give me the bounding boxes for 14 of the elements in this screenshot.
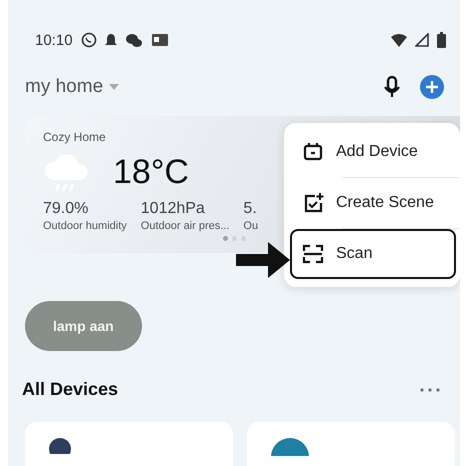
temperature: 18°C bbox=[113, 152, 189, 192]
stat-label: Ou bbox=[243, 220, 258, 232]
menu-item[interactable]: Add Device bbox=[290, 127, 456, 177]
stat-value: 1012hPa bbox=[140, 200, 206, 218]
stat-label: Outdoor air pres... bbox=[140, 220, 230, 232]
menu-item[interactable]: Scan bbox=[290, 229, 456, 279]
stat-value: 5. bbox=[243, 200, 258, 218]
clock: 10:10 bbox=[35, 32, 73, 48]
menu-item[interactable]: Create Scene bbox=[290, 178, 456, 228]
section-title: All Devices bbox=[22, 379, 118, 400]
card-title: Cozy Home bbox=[43, 130, 107, 144]
stat-value: 79.0% bbox=[43, 200, 90, 218]
stat-label: Outdoor humidity bbox=[43, 220, 127, 232]
home-selector[interactable]: my home bbox=[25, 76, 104, 98]
